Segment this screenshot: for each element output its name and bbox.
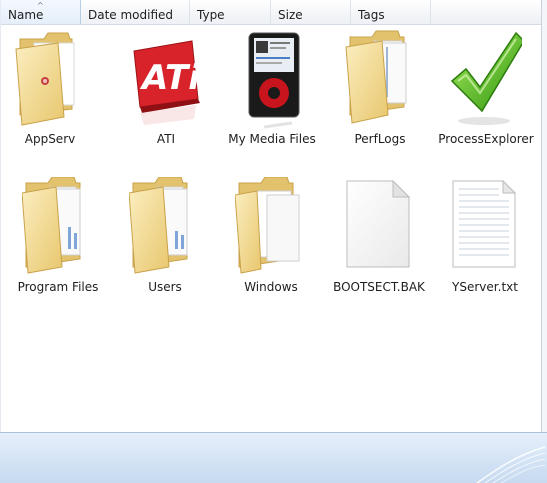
text-file-icon [452, 179, 517, 268]
sort-ascending-icon: ^ [37, 1, 44, 10]
file-item-label: ProcessExplorer [438, 132, 534, 146]
column-header-bar: ^ Name Date modified Type Size Tags [1, 0, 541, 25]
file-item-ati[interactable]: ATi ATI [114, 29, 218, 157]
file-item-bootsect-bak[interactable]: BOOTSECT.BAK [327, 177, 431, 305]
column-header-name-label: Name [8, 8, 44, 22]
swoosh-decoration-icon [476, 446, 546, 483]
column-header-type-label: Type [197, 8, 225, 22]
column-header-name[interactable]: ^ Name [1, 0, 81, 24]
file-item-label: AppServ [24, 132, 76, 146]
column-header-tags[interactable]: Tags [351, 0, 431, 24]
folder-icon [235, 177, 300, 274]
file-item-label: PerfLogs [354, 132, 406, 146]
column-header-size-label: Size [278, 8, 303, 22]
svg-text:ATi: ATi [139, 58, 201, 98]
file-item-yserver-txt[interactable]: YServer.txt [433, 177, 537, 305]
column-header-date-modified[interactable]: Date modified [81, 0, 190, 24]
file-item-appserv[interactable]: AppServ [0, 29, 102, 157]
folder-icon [15, 32, 75, 126]
folder-icon [345, 30, 407, 124]
file-item-processexplorer[interactable]: ProcessExplorer [434, 29, 538, 157]
file-item-windows[interactable]: Windows [219, 177, 323, 305]
file-item-label: BOOTSECT.BAK [333, 280, 425, 294]
checkmark-icon [450, 31, 522, 125]
media-player-icon [248, 32, 300, 129]
file-item-label: YServer.txt [452, 280, 518, 294]
file-item-label: My Media Files [228, 132, 316, 146]
column-header-type[interactable]: Type [190, 0, 271, 24]
file-item-my-media-files[interactable]: My Media Files [220, 29, 324, 157]
column-header-date-modified-label: Date modified [88, 8, 174, 22]
explorer-window: ^ Name Date modified Type Size Tags AppS… [0, 0, 547, 483]
file-list-area: AppServ ATi ATI My Media Files PerfLogs … [0, 25, 534, 432]
ati-logo-icon: ATi [133, 40, 201, 125]
file-item-label: ATI [156, 132, 176, 146]
file-item-program-files[interactable]: Program Files [6, 177, 110, 305]
blank-file-icon [346, 179, 411, 268]
column-header-size[interactable]: Size [271, 0, 351, 24]
folder-icon [22, 177, 81, 274]
vertical-scrollbar[interactable] [542, 0, 547, 432]
details-pane [0, 432, 547, 483]
folder-icon [129, 177, 188, 274]
file-item-label: Users [148, 280, 182, 294]
column-header-tags-label: Tags [358, 8, 385, 22]
file-item-label: Program Files [17, 280, 99, 294]
file-item-users[interactable]: Users [113, 177, 217, 305]
file-item-perflogs[interactable]: PerfLogs [328, 29, 432, 157]
file-item-label: Windows [244, 280, 298, 294]
